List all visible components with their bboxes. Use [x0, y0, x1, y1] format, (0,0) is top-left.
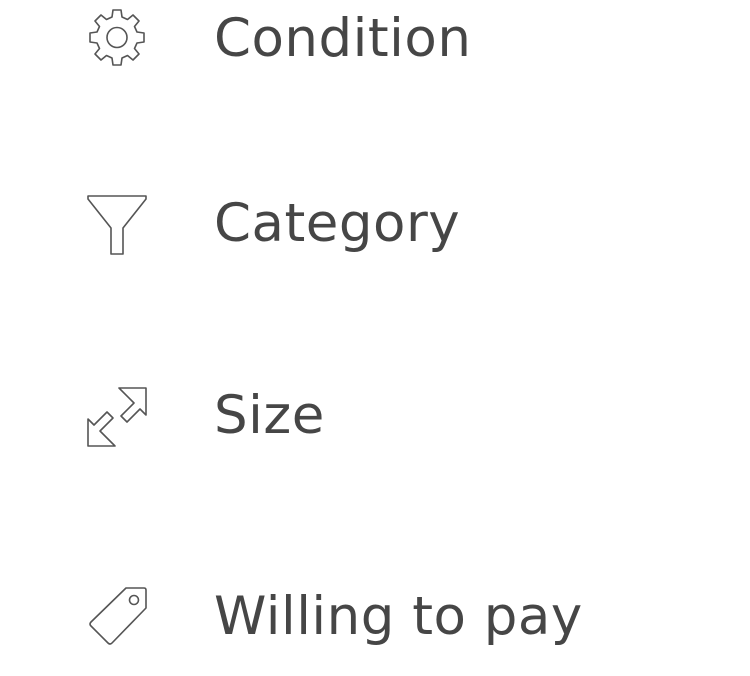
filter-item-size[interactable]: Size	[0, 356, 750, 476]
filter-item-label: Condition	[214, 8, 472, 69]
filter-item-condition[interactable]: Condition	[0, 0, 750, 98]
filter-list: Condition Category Size Willing to pay	[0, 0, 750, 666]
filter-item-category[interactable]: Category	[0, 164, 750, 284]
filter-item-label: Willing to pay	[214, 586, 583, 647]
gear-icon	[86, 7, 148, 69]
price-tag-icon	[86, 586, 148, 648]
filter-item-label: Category	[214, 193, 461, 254]
filter-item-label: Size	[214, 385, 325, 446]
funnel-icon	[86, 194, 148, 256]
filter-item-willing-to-pay[interactable]: Willing to pay	[0, 556, 750, 676]
expand-arrows-icon	[86, 386, 148, 448]
